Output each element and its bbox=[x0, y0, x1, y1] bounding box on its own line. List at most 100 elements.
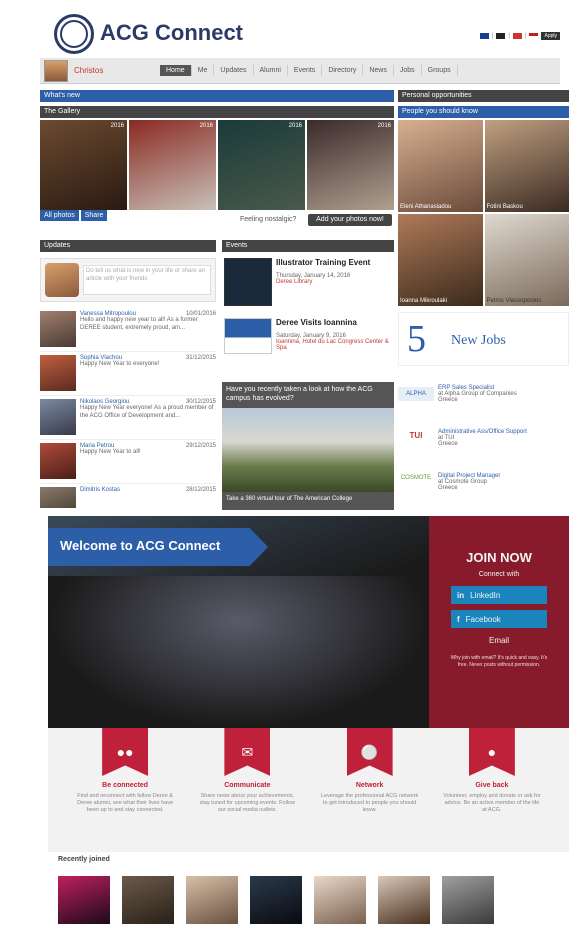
feature-communicate[interactable]: ✉ Communicate Share news about your achi… bbox=[197, 728, 297, 852]
facebook-button[interactable]: f Facebook bbox=[451, 610, 547, 628]
campus-photo bbox=[222, 408, 394, 492]
event-title[interactable]: Deree Visits Ioannina bbox=[276, 318, 394, 327]
gallery-photo[interactable]: 2016 bbox=[40, 120, 127, 210]
feature-desc: Volunteer, employ and donate or ask for … bbox=[443, 793, 541, 814]
tag-share[interactable]: Share bbox=[80, 210, 108, 221]
email-link[interactable]: Email bbox=[429, 636, 569, 645]
user-name[interactable]: Christos bbox=[74, 66, 103, 75]
feature-give-back[interactable]: ● Give back Volunteer, employ and donate… bbox=[442, 728, 542, 852]
list-item[interactable]: Vanessa Mitropoulou 10/01/2016 Hello and … bbox=[40, 308, 216, 352]
member-avatar[interactable] bbox=[442, 876, 494, 924]
campus-tour-promo[interactable]: Have you recently taken a look at how th… bbox=[222, 382, 394, 510]
list-item[interactable]: COSMOTE Digital Project Manager at Cosmot… bbox=[398, 460, 569, 504]
person-card[interactable]: Petros Vlassopoulos bbox=[484, 214, 569, 306]
gallery-photo[interactable]: 2016 bbox=[218, 120, 305, 210]
flag-icon[interactable] bbox=[479, 33, 489, 39]
person-card[interactable]: Eleni Athanasiadou bbox=[398, 120, 483, 212]
compose-input[interactable]: Do tell us what is new in your life or s… bbox=[83, 265, 211, 295]
job-location: Greece bbox=[438, 485, 458, 491]
event-thumbnail bbox=[224, 258, 272, 306]
update-date: 31/12/2015 bbox=[185, 355, 216, 361]
list-item[interactable]: TUI Administrative Ass/Office Support at … bbox=[398, 416, 569, 460]
company-logo: TUI bbox=[409, 431, 423, 440]
feature-title: Give back bbox=[475, 782, 509, 789]
app-title[interactable]: ACG Connect bbox=[100, 20, 243, 46]
update-author[interactable]: Dimitris Kostas bbox=[80, 487, 120, 493]
flag-icon[interactable] bbox=[496, 33, 506, 39]
person-name: Fotini Baskou bbox=[486, 204, 523, 210]
nav-item-jobs[interactable]: Jobs bbox=[394, 65, 422, 76]
company-logo: ALPHA bbox=[398, 387, 434, 401]
avatar bbox=[40, 399, 76, 435]
update-date: 28/12/2015 bbox=[185, 487, 216, 493]
main-navbar: Christos Home Me Updates Alumni Events D… bbox=[40, 58, 560, 84]
promo-text: Have you recently taken a look at how th… bbox=[226, 386, 373, 403]
member-avatar[interactable] bbox=[186, 876, 238, 924]
features-row: ●● Be connected Find and reconnect with … bbox=[48, 728, 569, 852]
company-logo: COSMOTE bbox=[400, 475, 432, 481]
compose-update: Do tell us what is new in your life or s… bbox=[40, 258, 216, 302]
list-item[interactable]: Nikolaos Georgiou 30/12/2015 Happy New Ye… bbox=[40, 396, 216, 440]
language-selector: | | | Apply bbox=[479, 32, 560, 40]
avatar bbox=[40, 487, 76, 508]
nav-item-alumni[interactable]: Alumni bbox=[254, 65, 288, 76]
list-item[interactable]: Dimitris Kostas 28/12/2015 bbox=[40, 484, 216, 508]
person-card[interactable]: Fotini Baskou bbox=[484, 120, 569, 212]
list-item[interactable]: Sophia Vlachou 31/12/2015 Happy New Year … bbox=[40, 352, 216, 396]
graduation-photo bbox=[48, 576, 429, 728]
promo-caption[interactable]: Take a 360 virtual tour of The American … bbox=[226, 496, 352, 502]
nav-item-me[interactable]: Me bbox=[192, 65, 215, 76]
language-apply-button[interactable]: Apply bbox=[541, 32, 560, 40]
nav-item-home[interactable]: Home bbox=[160, 65, 192, 76]
list-item[interactable]: Maria Petrou 29/12/2015 Happy New Year to… bbox=[40, 440, 216, 484]
acg-seal-logo[interactable] bbox=[54, 14, 94, 54]
connect-with-label: Connect with bbox=[478, 571, 520, 578]
nav-item-directory[interactable]: Directory bbox=[322, 65, 364, 76]
linkedin-button[interactable]: in LinkedIn bbox=[451, 586, 547, 604]
new-jobs-box[interactable]: 5 New Jobs bbox=[398, 312, 569, 366]
nav-item-updates[interactable]: Updates bbox=[214, 65, 254, 76]
event-item[interactable]: Deree Visits Ioannina Saturday, January … bbox=[224, 318, 394, 368]
list-item[interactable]: ALPHA ERP Sales Specialist at Alpha Group… bbox=[398, 372, 569, 416]
feature-title: Be connected bbox=[102, 782, 149, 789]
member-avatar[interactable] bbox=[58, 876, 110, 924]
add-photos-button[interactable]: Add your photos now! bbox=[308, 214, 392, 226]
gallery-photo[interactable]: 2016 bbox=[307, 120, 394, 210]
nav-menu: Home Me Updates Alumni Events Directory … bbox=[160, 65, 458, 76]
person-name: Ioanna Mikroulaki bbox=[400, 298, 448, 304]
job-location: Greece bbox=[438, 441, 458, 447]
update-text: Happy New Year everyone! As a proud memb… bbox=[80, 405, 214, 419]
nav-item-news[interactable]: News bbox=[363, 65, 394, 76]
jobs-count: 5 bbox=[407, 318, 426, 360]
member-avatar[interactable] bbox=[122, 876, 174, 924]
updates-header: Updates bbox=[40, 240, 216, 252]
member-avatar[interactable] bbox=[250, 876, 302, 924]
feature-desc: Leverage the professional ACG network to… bbox=[321, 793, 419, 814]
update-text: Hello and happy new year to all! As a fo… bbox=[80, 317, 198, 331]
globe-icon: ⚪ bbox=[346, 728, 393, 776]
feature-be-connected[interactable]: ●● Be connected Find and reconnect with … bbox=[75, 728, 175, 852]
feature-desc: Find and reconnect with fellow Deree & D… bbox=[77, 793, 174, 814]
people-grid: Eleni Athanasiadou Fotini Baskou Ioanna … bbox=[398, 120, 569, 306]
flag-icon[interactable] bbox=[512, 33, 522, 39]
feature-title: Network bbox=[355, 782, 384, 789]
member-avatar[interactable] bbox=[314, 876, 366, 924]
event-title[interactable]: Illustrator Training Event bbox=[276, 258, 394, 267]
jobs-label: New Jobs bbox=[451, 333, 506, 348]
nav-item-events[interactable]: Events bbox=[288, 65, 323, 76]
avatar bbox=[45, 263, 79, 297]
flag-icon[interactable] bbox=[529, 33, 539, 39]
event-item[interactable]: Illustrator Training Event Thursday, Jan… bbox=[224, 258, 394, 308]
nav-item-groups[interactable]: Groups bbox=[422, 65, 458, 76]
avatar[interactable] bbox=[44, 60, 68, 82]
person-card[interactable]: Ioanna Mikroulaki bbox=[398, 214, 483, 306]
welcome-banner: Welcome to ACG Connect bbox=[48, 528, 268, 566]
member-avatar[interactable] bbox=[378, 876, 430, 924]
feature-title: Communicate bbox=[224, 782, 271, 789]
avatar bbox=[40, 311, 76, 347]
feature-network[interactable]: ⚪ Network Leverage the professional ACG … bbox=[320, 728, 420, 852]
welcome-hero: Welcome to ACG Connect JOIN NOW Connect … bbox=[48, 516, 569, 728]
tag-all-photos[interactable]: All photos bbox=[40, 210, 79, 221]
gallery-photo[interactable]: 2016 bbox=[129, 120, 216, 210]
gallery-tags: All photos Share bbox=[40, 210, 108, 221]
